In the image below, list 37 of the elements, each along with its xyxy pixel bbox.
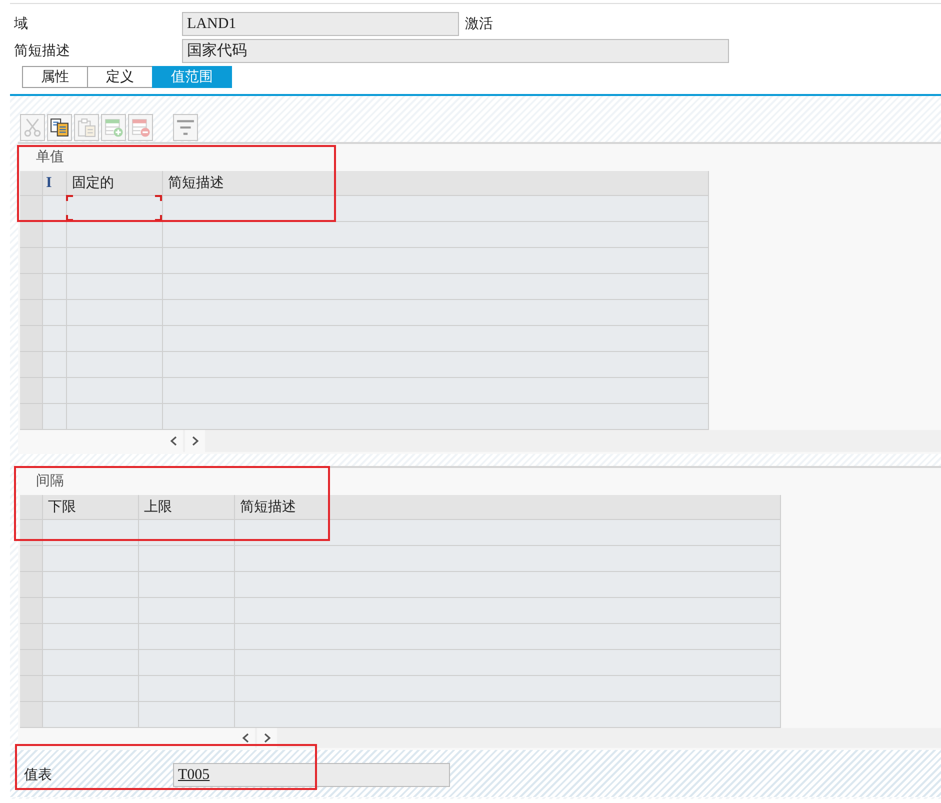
scroll-left-button[interactable] [235, 728, 255, 748]
column-header: 上限 [139, 495, 235, 520]
row-selector[interactable] [20, 196, 43, 222]
column-header: I [43, 171, 67, 196]
horizontal-scrollbar[interactable] [163, 430, 941, 452]
copy-icon [50, 118, 69, 137]
row-selector[interactable] [20, 520, 43, 546]
add-row-icon [104, 118, 123, 137]
column-header: 简短描述 [235, 495, 781, 520]
column-header: 简短描述 [163, 171, 709, 196]
display-field[interactable]: 国家代码 [182, 39, 729, 63]
filter-icon [176, 118, 195, 137]
scroll-right-button[interactable] [257, 728, 277, 748]
scroll-right-button[interactable] [185, 430, 205, 452]
clipboard-icon [77, 118, 96, 137]
filter-button[interactable] [173, 114, 198, 141]
section-title: 单值 [35, 148, 65, 167]
column-header: 固定的 [67, 171, 163, 196]
column-header: 下限 [43, 495, 139, 520]
chevron-right-icon [264, 733, 270, 743]
field-label: 域 [14, 15, 29, 34]
status-text: 激活 [465, 15, 493, 34]
chevron-left-icon [242, 733, 248, 743]
horizontal-scrollbar[interactable] [235, 728, 941, 748]
display-field[interactable]: LAND1 [182, 12, 459, 36]
scroll-left-button[interactable] [163, 430, 183, 452]
value-table-field[interactable]: T005 [173, 763, 450, 787]
section-title: 间隔 [35, 472, 65, 491]
tab[interactable]: 属性 [22, 66, 87, 88]
tab[interactable]: 定义 [87, 66, 152, 88]
remove-row-icon [131, 118, 150, 137]
field-label: 值表 [24, 766, 53, 785]
scissors-icon [23, 118, 42, 137]
chevron-right-icon [192, 436, 198, 446]
chevron-left-icon [170, 436, 176, 446]
copy-button[interactable] [47, 114, 72, 141]
field-label: 简短描述 [14, 42, 71, 61]
